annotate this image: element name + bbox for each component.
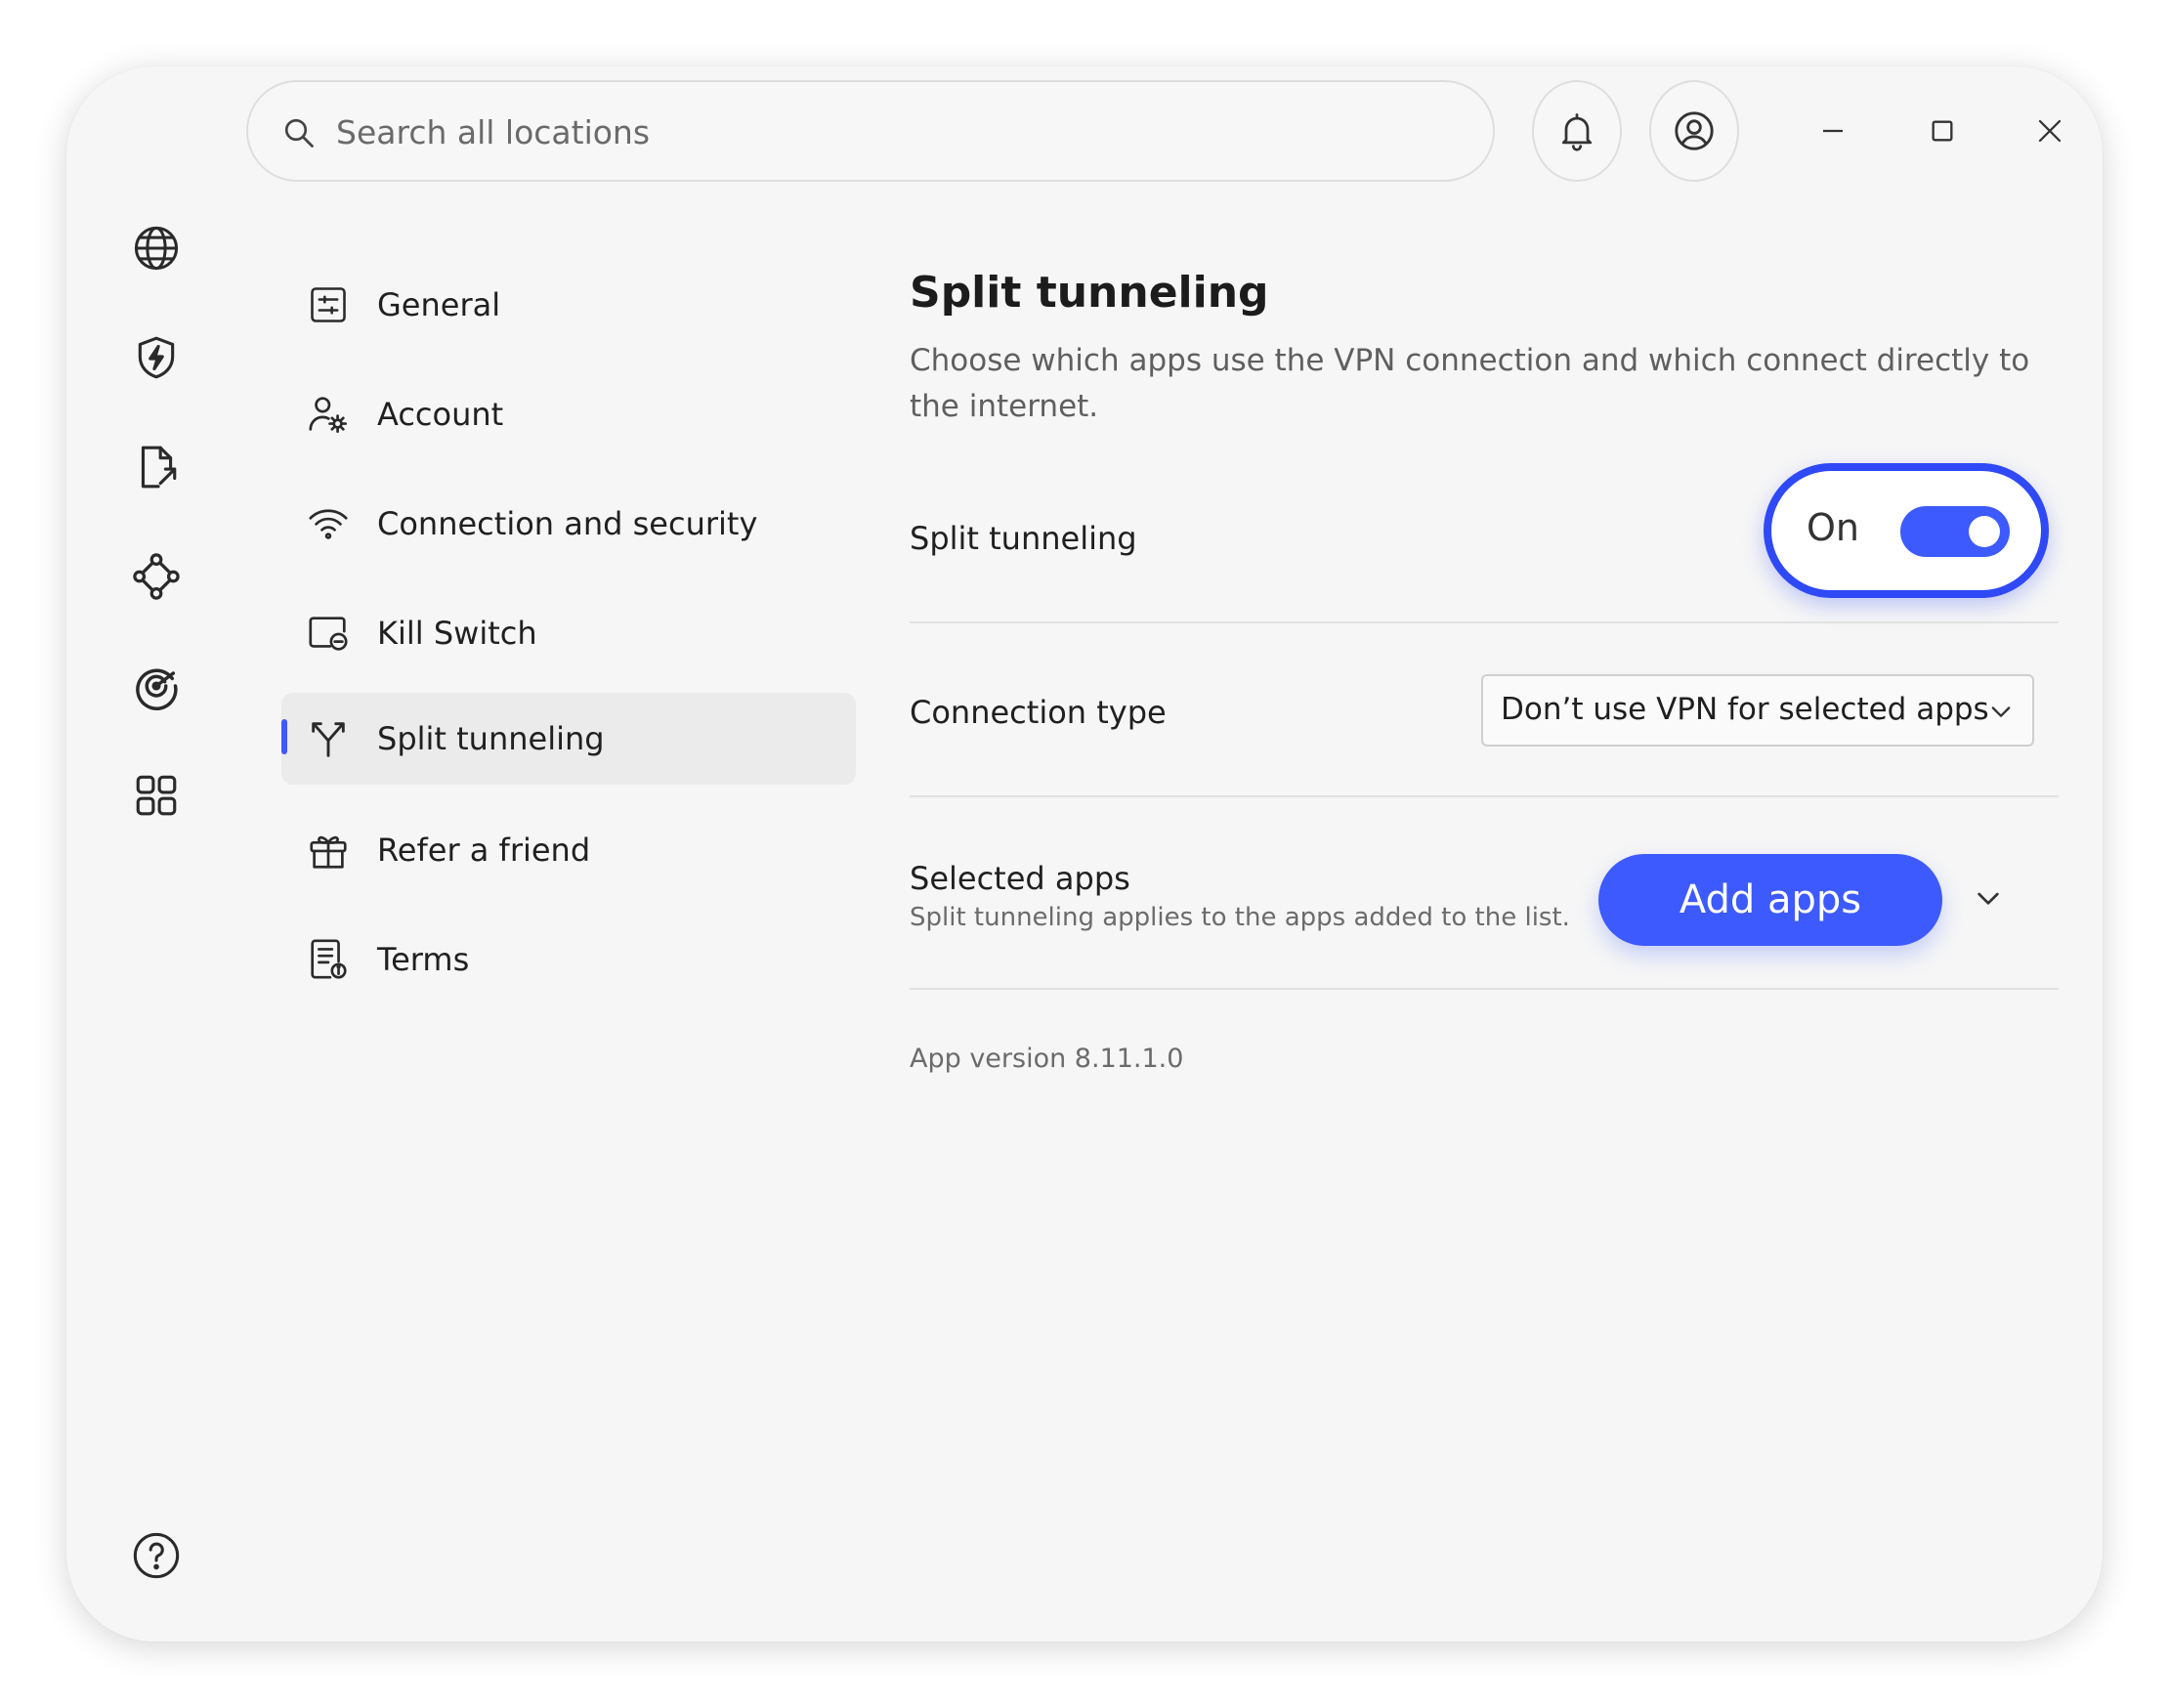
bell-icon xyxy=(1555,109,1598,152)
connection-type-label: Connection type xyxy=(910,694,1167,731)
help-icon[interactable] xyxy=(127,1526,186,1585)
toggle-switch[interactable] xyxy=(1900,506,2010,557)
search-input[interactable] xyxy=(334,102,1452,162)
nav-item-label: Refer a friend xyxy=(377,832,591,869)
kill-switch-icon xyxy=(303,608,354,659)
settings-sliders-icon xyxy=(303,279,354,330)
divider xyxy=(910,988,2059,990)
user-account-icon xyxy=(1672,108,1717,153)
connection-type-select[interactable]: Don’t use VPN for selected apps xyxy=(1481,674,2034,747)
nav-item-connection-security[interactable]: Connection and security xyxy=(281,478,856,570)
notifications-button[interactable] xyxy=(1532,80,1622,182)
page-description: Choose which apps use the VPN connection… xyxy=(910,343,2030,424)
page-title: Split tunneling xyxy=(910,268,1269,318)
split-tunnel-icon xyxy=(303,713,354,764)
close-button[interactable] xyxy=(2020,102,2079,160)
nav-item-label: General xyxy=(377,286,501,323)
gift-icon xyxy=(303,825,354,875)
account-gear-icon xyxy=(303,389,354,440)
app-window: General Account Connection and security … xyxy=(66,66,2103,1642)
split-tunneling-toggle[interactable]: On xyxy=(1764,463,2049,598)
active-indicator xyxy=(281,719,287,754)
search-icon xyxy=(281,115,317,150)
selected-apps-sublabel: Split tunneling applies to the apps adde… xyxy=(910,903,1570,932)
nav-item-label: Split tunneling xyxy=(377,720,605,757)
search-bar[interactable] xyxy=(246,80,1495,182)
wifi-icon xyxy=(303,498,354,549)
document-info-icon xyxy=(303,934,354,985)
nav-item-label: Account xyxy=(377,396,504,433)
nav-item-label: Terms xyxy=(377,941,470,978)
selected-apps-label: Selected apps xyxy=(910,860,1130,897)
toggle-state-text: On xyxy=(1807,506,1859,549)
shield-bolt-icon[interactable] xyxy=(127,328,186,387)
nav-item-label: Connection and security xyxy=(377,505,758,542)
maximize-button[interactable] xyxy=(1913,102,1972,160)
nav-item-account[interactable]: Account xyxy=(281,368,856,460)
connection-type-value: Don’t use VPN for selected apps xyxy=(1501,692,1989,727)
chevron-down-icon xyxy=(1973,882,2004,914)
minimize-icon xyxy=(1818,116,1848,146)
nav-item-terms[interactable]: Terms xyxy=(281,914,856,1005)
account-button[interactable] xyxy=(1649,80,1739,182)
add-apps-button[interactable]: Add apps xyxy=(1598,854,1942,946)
file-export-icon[interactable] xyxy=(127,438,186,496)
expand-selected-apps-button[interactable] xyxy=(1964,874,2013,922)
split-tunneling-label: Split tunneling xyxy=(910,520,1137,557)
maximize-icon xyxy=(1929,117,1956,145)
globe-icon[interactable] xyxy=(127,219,186,278)
app-version: App version 8.11.1.0 xyxy=(910,1044,1184,1074)
nav-item-kill-switch[interactable]: Kill Switch xyxy=(281,587,856,679)
minimize-button[interactable] xyxy=(1804,102,1862,160)
grid-apps-icon[interactable] xyxy=(127,766,186,825)
mesh-network-icon[interactable] xyxy=(127,547,186,606)
nav-item-general[interactable]: General xyxy=(281,259,856,351)
nav-item-refer-friend[interactable]: Refer a friend xyxy=(281,804,856,896)
nav-item-split-tunneling[interactable]: Split tunneling xyxy=(281,693,856,785)
toggle-knob xyxy=(1969,516,2000,547)
chevron-down-icon xyxy=(1987,698,2015,725)
radar-icon[interactable] xyxy=(127,657,186,715)
nav-item-label: Kill Switch xyxy=(377,615,537,652)
divider xyxy=(910,795,2059,797)
close-icon xyxy=(2035,116,2064,146)
divider xyxy=(910,621,2059,623)
